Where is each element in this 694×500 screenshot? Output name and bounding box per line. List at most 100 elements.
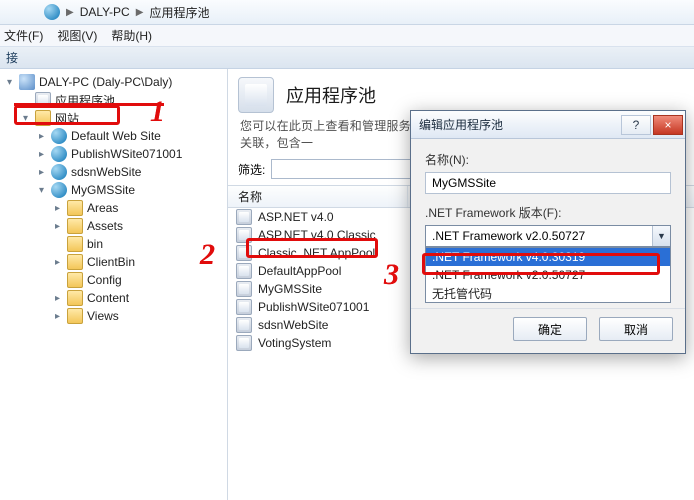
menu-help[interactable]: 帮助(H) — [111, 27, 152, 44]
row-label: PublishWSite071001 — [258, 300, 369, 314]
tree-site-label: Default Web Site — [71, 129, 161, 143]
folder-icon — [67, 236, 83, 252]
framework-selected: .NET Framework v2.0.50727 — [432, 229, 585, 243]
tree-site-label: PublishWSite071001 — [71, 147, 182, 161]
page-title: 应用程序池 — [286, 82, 376, 108]
expand-icon[interactable]: ▸ — [52, 293, 63, 304]
server-icon — [19, 74, 35, 90]
left-pane-header: 接 — [0, 47, 694, 69]
expand-icon[interactable]: ▸ — [52, 203, 63, 214]
folder-icon — [35, 110, 51, 126]
globe-icon — [51, 146, 67, 162]
tree-folder[interactable]: bin — [2, 235, 225, 253]
folder-icon — [67, 200, 83, 216]
crumb-apppools[interactable]: 应用程序池 — [149, 4, 209, 21]
chevron-right-icon: ▶ — [136, 7, 144, 18]
tree-sites-label: 网站 — [55, 110, 79, 127]
tree-folder[interactable]: ▸ Assets — [2, 217, 225, 235]
edit-app-pool-dialog: 编辑应用程序池 ? × 名称(N): .NET Framework 版本(F):… — [410, 110, 686, 354]
expand-icon[interactable]: ▸ — [52, 257, 63, 268]
tree-folder[interactable]: Config — [2, 271, 225, 289]
tree-server-label: DALY-PC (Daly-PC\Daly) — [39, 75, 172, 89]
framework-combo[interactable]: .NET Framework v2.0.50727 ▼ .NET Framewo… — [425, 225, 671, 247]
expand-icon[interactable]: ▸ — [36, 149, 47, 160]
folder-icon — [67, 254, 83, 270]
globe-icon — [51, 128, 67, 144]
spacer — [52, 239, 63, 250]
tree-folder[interactable]: ▸ Areas — [2, 199, 225, 217]
breadcrumb: ▶ DALY-PC ▶ 应用程序池 — [0, 0, 694, 25]
framework-option[interactable]: .NET Framework v2.0.50727 — [426, 266, 670, 284]
row-label: ASP.NET v4.0 — [258, 210, 334, 224]
chevron-right-icon: ▶ — [66, 7, 74, 18]
app-pool-large-icon — [238, 77, 274, 113]
menu-file[interactable]: 文件(F) — [4, 27, 43, 44]
globe-icon — [51, 182, 67, 198]
app-pool-icon — [236, 209, 252, 225]
row-label: ASP.NET v4.0 Classic — [258, 228, 376, 242]
framework-dropdown: .NET Framework v4.0.30319 .NET Framework… — [425, 247, 671, 303]
row-label: VotingSystem — [258, 336, 331, 350]
tree-site[interactable]: ▸ sdsnWebSite — [2, 163, 225, 181]
tree-folder-label: bin — [87, 237, 103, 251]
collapse-icon[interactable]: ▾ — [4, 77, 15, 88]
menu-view[interactable]: 视图(V) — [57, 27, 97, 44]
close-button[interactable]: × — [653, 115, 683, 135]
app-pool-icon — [236, 245, 252, 261]
tree-folder-label: ClientBin — [87, 255, 135, 269]
cancel-button[interactable]: 取消 — [599, 317, 673, 341]
folder-icon — [67, 218, 83, 234]
tree-site[interactable]: ▸ Default Web Site — [2, 127, 225, 145]
filter-input[interactable] — [271, 159, 411, 179]
name-label: 名称(N): — [425, 151, 671, 168]
app-pool-icon — [35, 92, 51, 108]
tree-site-label: MyGMSSite — [71, 183, 135, 197]
globe-icon — [51, 164, 67, 180]
server-icon — [44, 4, 60, 20]
expand-icon[interactable]: ▸ — [52, 221, 63, 232]
ok-button[interactable]: 确定 — [513, 317, 587, 341]
collapse-icon[interactable]: ▾ — [36, 185, 47, 196]
tree-folder[interactable]: ▸ ClientBin — [2, 253, 225, 271]
help-button[interactable]: ? — [621, 115, 651, 135]
tree-site-mygms[interactable]: ▾ MyGMSSite — [2, 181, 225, 199]
tree-app-pools[interactable]: 应用程序池 — [2, 91, 225, 109]
spacer — [52, 275, 63, 286]
tree-folder[interactable]: ▸ Content — [2, 289, 225, 307]
expand-icon[interactable]: ▸ — [36, 167, 47, 178]
tree-sites-node[interactable]: ▾ 网站 — [2, 109, 225, 127]
row-label: MyGMSSite — [258, 282, 322, 296]
folder-icon — [67, 308, 83, 324]
menu-bar: 文件(F) 视图(V) 帮助(H) — [0, 25, 694, 47]
crumb-server[interactable]: DALY-PC — [80, 5, 130, 19]
spacer — [20, 95, 31, 106]
app-pool-icon — [236, 299, 252, 315]
row-label: Classic .NET AppPool — [258, 246, 375, 260]
collapse-icon[interactable]: ▾ — [20, 113, 31, 124]
tree-folder-label: Content — [87, 291, 129, 305]
left-pane-title: 接 — [6, 49, 18, 66]
tree-site[interactable]: ▸ PublishWSite071001 — [2, 145, 225, 163]
app-pool-icon — [236, 335, 252, 351]
column-name[interactable]: 名称 — [228, 186, 408, 207]
tree-folder-label: Areas — [87, 201, 118, 215]
folder-icon — [67, 272, 83, 288]
tree-folder[interactable]: ▸Views — [2, 307, 225, 325]
app-pool-icon — [236, 281, 252, 297]
expand-icon[interactable]: ▸ — [52, 311, 63, 322]
framework-option[interactable]: .NET Framework v4.0.30319 — [426, 248, 670, 266]
name-field[interactable] — [425, 172, 671, 194]
tree-app-pools-label: 应用程序池 — [55, 92, 115, 109]
framework-option[interactable]: 无托管代码 — [426, 284, 670, 302]
dialog-titlebar[interactable]: 编辑应用程序池 ? × — [411, 111, 685, 139]
chevron-down-icon[interactable]: ▼ — [652, 226, 670, 246]
folder-icon — [67, 290, 83, 306]
expand-icon[interactable]: ▸ — [36, 131, 47, 142]
app-pool-icon — [236, 263, 252, 279]
tree-server-node[interactable]: ▾ DALY-PC (Daly-PC\Daly) — [2, 73, 225, 91]
framework-label: .NET Framework 版本(F): — [425, 204, 671, 221]
tree-folder-label: Config — [87, 273, 122, 287]
connections-tree: ▾ DALY-PC (Daly-PC\Daly) 应用程序池 ▾ 网站 ▸ Def… — [0, 69, 228, 500]
tree-site-label: sdsnWebSite — [71, 165, 141, 179]
tree-folder-label: Assets — [87, 219, 123, 233]
